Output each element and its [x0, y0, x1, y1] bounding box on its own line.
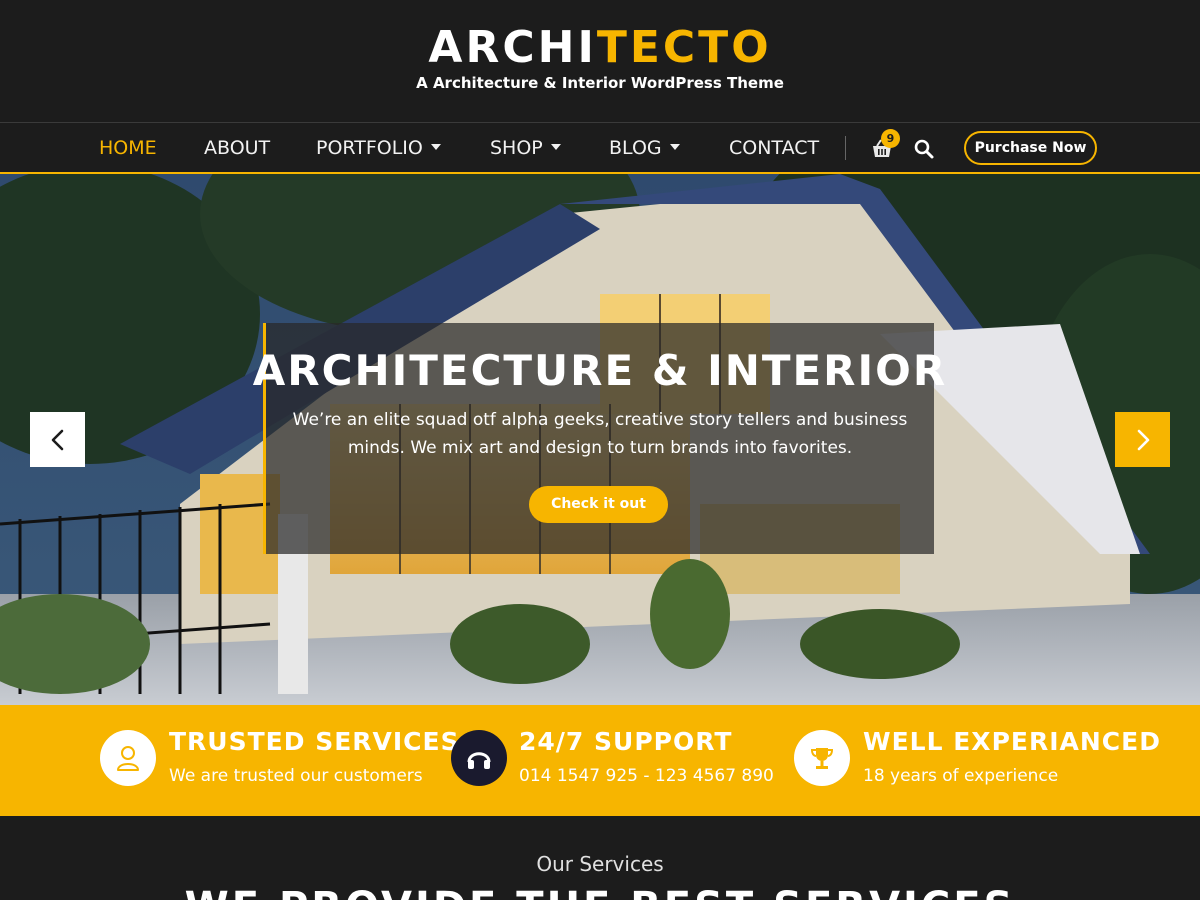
user-icon [100, 730, 156, 786]
feature-subtitle: We are trusted our customers [169, 766, 423, 786]
services-section: Our Services WE PROVIDE THE BEST SERVICE… [0, 816, 1200, 900]
nav-label: CONTACT [729, 137, 820, 159]
feature-experience: WELL EXPERIANCED 18 years of experience [794, 705, 1200, 816]
check-it-out-button[interactable]: Check it out [529, 486, 668, 523]
site-header: ARCHITECTO A Architecture & Interior Wor… [0, 0, 1200, 122]
trophy-icon [794, 730, 850, 786]
feature-title: WELL EXPERIANCED [863, 727, 1161, 756]
cart-count-badge: 9 [881, 129, 900, 148]
nav-divider [845, 136, 846, 160]
logo-part-1: ARCHI [428, 22, 597, 73]
slider-next-button[interactable] [1115, 412, 1170, 467]
purchase-now-button[interactable]: Purchase Now [964, 131, 1097, 165]
search-icon[interactable] [913, 138, 935, 160]
slider-prev-button[interactable] [30, 412, 85, 467]
caret-down-icon [550, 143, 561, 150]
chevron-left-icon [51, 429, 63, 450]
main-navigation: HOME ABOUT PORTFOLIO SHOP BLOG CONTACT P… [0, 122, 1200, 174]
headset-icon [451, 730, 507, 786]
logo-part-2: TECTO [596, 22, 772, 73]
chevron-right-icon [1137, 429, 1149, 450]
nav-label: SHOP [490, 137, 543, 159]
site-tagline: A Architecture & Interior WordPress Them… [416, 74, 784, 92]
hero-description: We’re an elite squad otf alpha geeks, cr… [292, 410, 908, 458]
nav-item-home[interactable]: HOME [99, 123, 157, 173]
caret-down-icon [669, 143, 680, 150]
nav-item-about[interactable]: ABOUT [204, 123, 270, 173]
nav-item-shop[interactable]: SHOP [490, 123, 561, 173]
nav-label: HOME [99, 137, 157, 159]
feature-trusted-services: TRUSTED SERVICES We are trusted our cust… [0, 705, 459, 816]
nav-label: BLOG [609, 137, 662, 159]
feature-subtitle: 014 1547 925 - 123 4567 890 [519, 766, 774, 786]
nav-item-blog[interactable]: BLOG [609, 123, 680, 173]
caret-down-icon [430, 143, 441, 150]
nav-label: PORTFOLIO [316, 137, 423, 159]
nav-item-portfolio[interactable]: PORTFOLIO [316, 123, 441, 173]
features-bar: TRUSTED SERVICES We are trusted our cust… [0, 705, 1200, 816]
site-logo[interactable]: ARCHITECTO [0, 22, 1200, 74]
services-heading: WE PROVIDE THE BEST SERVICES [0, 884, 1200, 900]
services-label: Our Services [536, 852, 664, 876]
feature-support: 24/7 SUPPORT 014 1547 925 - 123 4567 890 [400, 705, 800, 816]
nav-item-contact[interactable]: CONTACT [729, 123, 819, 173]
feature-title: 24/7 SUPPORT [519, 727, 733, 756]
nav-label: ABOUT [204, 137, 271, 159]
hero-slider: ARCHITECTURE & INTERIOR We’re an elite s… [0, 174, 1200, 705]
hero-title: ARCHITECTURE & INTERIOR [252, 346, 948, 395]
feature-subtitle: 18 years of experience [863, 766, 1059, 786]
